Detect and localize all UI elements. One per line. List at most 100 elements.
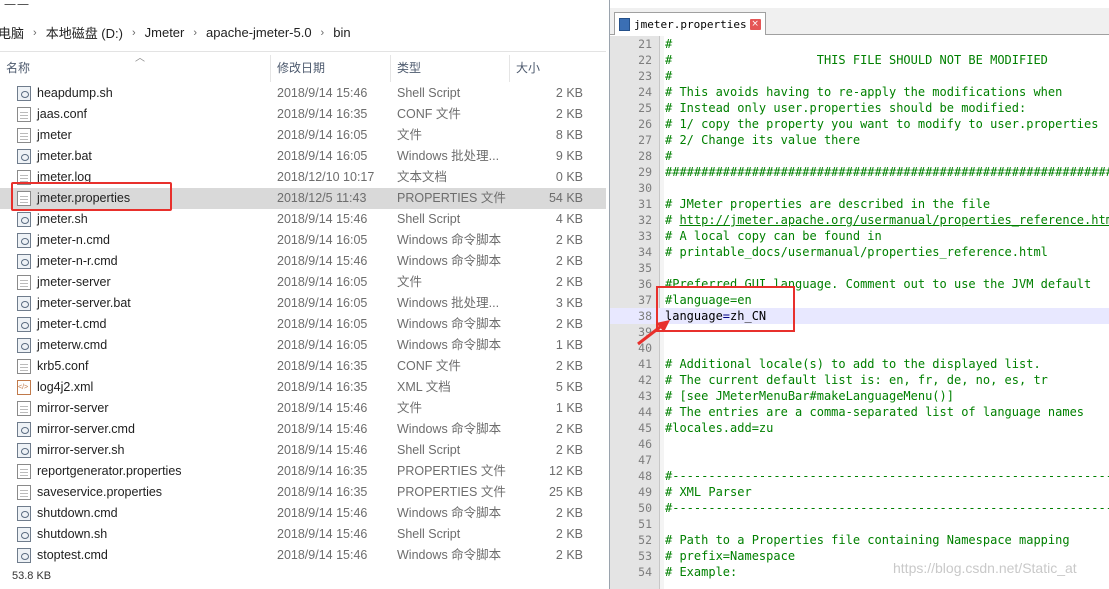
code-line[interactable]: 42 # The current default list is: en, fr,… — [610, 372, 1109, 388]
code-line[interactable]: 21 # — [610, 36, 1109, 52]
breadcrumb-separator-icon[interactable]: › — [132, 27, 136, 39]
file-row[interactable]: jmeter-server.bat 2018/9/14 16:05 Windows … — [0, 293, 606, 314]
code-line[interactable]: 33 # A local copy can be found in — [610, 228, 1109, 244]
file-row[interactable]: log4j2.xml 2018/9/14 16:35 XML 文档 5 KB — [0, 377, 606, 398]
code-text: # The current default list is: en, fr, d… — [665, 373, 1048, 387]
code-line[interactable]: 45 #locales.add=zu — [610, 420, 1109, 436]
file-row[interactable]: saveservice.properties 2018/9/14 16:35 PRO… — [0, 482, 606, 503]
column-date[interactable]: 修改日期 — [271, 55, 391, 82]
file-date: 2018/9/14 16:05 — [277, 128, 368, 142]
script-icon — [17, 317, 31, 332]
file-type: Windows 命令脚本 — [397, 233, 502, 247]
file-row[interactable]: jmeter-n-r.cmd 2018/9/14 15:46 Windows 命令脚… — [0, 251, 606, 272]
breadcrumb-item[interactable]: bin — [333, 25, 350, 40]
code-line[interactable]: 49 # XML Parser — [610, 484, 1109, 500]
code-line[interactable]: 27 # 2/ Change its value there — [610, 132, 1109, 148]
file-row[interactable]: mirror-server.sh 2018/9/14 15:46 Shell Scr… — [0, 440, 606, 461]
file-row[interactable]: krb5.conf 2018/9/14 16:35 CONF 文件 2 KB — [0, 356, 606, 377]
line-number: 51 — [638, 517, 652, 531]
breadcrumb-separator-icon[interactable]: › — [321, 27, 325, 39]
line-number: 27 — [638, 133, 652, 147]
code-text: # This avoids having to re-apply the mod… — [665, 85, 1063, 99]
file-date: 2018/9/14 15:46 — [277, 527, 368, 541]
code-line[interactable]: 24 # This avoids having to re-apply the m… — [610, 84, 1109, 100]
file-date: 2018/9/14 15:46 — [277, 443, 368, 457]
line-number: 36 — [638, 277, 652, 291]
code-text: # XML Parser — [665, 485, 752, 499]
file-date: 2018/9/14 15:46 — [277, 86, 368, 100]
code-line[interactable]: 30 — [610, 180, 1109, 196]
file-name: jmeter-n-r.cmd — [37, 254, 118, 268]
file-row[interactable]: shutdown.sh 2018/9/14 15:46 Shell Script 2 … — [0, 524, 606, 545]
code-line[interactable]: 29 ######################################… — [610, 164, 1109, 180]
file-date: 2018/12/5 11:43 — [277, 191, 367, 205]
code-line[interactable]: 28 # — [610, 148, 1109, 164]
line-number: 52 — [638, 533, 652, 547]
code-line[interactable]: 48 #-------------------------------------… — [610, 468, 1109, 484]
code-text: ########################################… — [665, 165, 1109, 179]
breadcrumb-item[interactable]: 本地磁盘 (D:) — [46, 23, 123, 42]
file-date: 2018/9/14 15:46 — [277, 254, 368, 268]
file-type: Windows 命令脚本 — [397, 254, 502, 268]
script-icon — [17, 149, 31, 164]
address-bar[interactable]: 电脑 › 本地磁盘 (D:) › Jmeter › apache-jmeter-5.0 › bi… — [0, 14, 606, 52]
column-type[interactable]: 类型 — [391, 55, 510, 82]
file-type: Windows 批处理... — [397, 149, 500, 163]
file-name: mirror-server.cmd — [37, 422, 135, 436]
code-line[interactable]: 41 # Additional locale(s) to add to the d… — [610, 356, 1109, 372]
file-type: Windows 命令脚本 — [397, 317, 502, 331]
file-row[interactable]: jmeterw.cmd 2018/9/14 16:05 Windows 命令脚本 1 … — [0, 335, 606, 356]
breadcrumb-separator-icon[interactable]: › — [193, 27, 197, 39]
file-type: Shell Script — [397, 86, 461, 100]
code-line[interactable]: 23 # — [610, 68, 1109, 84]
file-row[interactable]: jmeter 2018/9/14 16:05 文件 8 KB — [0, 125, 606, 146]
file-row[interactable]: jmeter-server 2018/9/14 16:05 文件 2 KB — [0, 272, 606, 293]
watermark-text: https://blog.csdn.net/Static_at — [893, 560, 1077, 576]
code-line[interactable]: 35 — [610, 260, 1109, 276]
file-row[interactable]: mirror-server.cmd 2018/9/14 15:46 Windows … — [0, 419, 606, 440]
code-line[interactable]: 40 — [610, 340, 1109, 356]
close-tab-icon[interactable]: × — [749, 18, 761, 30]
line-number: 50 — [638, 501, 652, 515]
line-number: 45 — [638, 421, 652, 435]
file-row[interactable]: jmeter-t.cmd 2018/9/14 16:05 Windows 命令脚本 2… — [0, 314, 606, 335]
tab-jmeter-properties[interactable]: jmeter.properties × — [614, 12, 766, 35]
code-line[interactable]: 32 # http://jmeter.apache.org/usermanual/… — [610, 212, 1109, 228]
file-date: 2018/9/14 16:35 — [277, 380, 368, 394]
code-line[interactable]: 26 # 1/ copy the property you want to mod… — [610, 116, 1109, 132]
code-text: # Example: — [665, 565, 738, 579]
code-text: # prefix=Namespace — [665, 549, 796, 563]
column-size[interactable]: 大小 — [510, 55, 606, 82]
file-row[interactable]: jaas.conf 2018/9/14 16:35 CONF 文件 2 KB — [0, 104, 606, 125]
file-row[interactable]: reportgenerator.properties 2018/9/14 16:3… — [0, 461, 606, 482]
breadcrumb-item[interactable]: 电脑 — [0, 23, 24, 42]
breadcrumb-item[interactable]: Jmeter — [145, 25, 185, 40]
code-line[interactable]: 44 # The entries are a comma-separated li… — [610, 404, 1109, 420]
code-line[interactable]: 34 # printable_docs/usermanual/properties… — [610, 244, 1109, 260]
code-line[interactable]: 31 # JMeter properties are described in t… — [610, 196, 1109, 212]
file-row[interactable]: heapdump.sh 2018/9/14 15:46 Shell Script 2 … — [0, 83, 606, 104]
breadcrumb-item[interactable]: apache-jmeter-5.0 — [206, 25, 312, 40]
file-type: 文件 — [397, 401, 423, 415]
code-line[interactable]: 50 #-------------------------------------… — [610, 500, 1109, 516]
code-line[interactable]: 51 — [610, 516, 1109, 532]
highlight-box-language — [656, 286, 795, 332]
file-name: log4j2.xml — [37, 380, 94, 394]
code-line[interactable]: 22 # THIS FILE SHOULD NOT BE MODIFIED — [610, 52, 1109, 68]
code-line[interactable]: 46 — [610, 436, 1109, 452]
file-row[interactable]: jmeter-n.cmd 2018/9/14 16:05 Windows 命令脚本 2… — [0, 230, 606, 251]
file-row[interactable]: stoptest.cmd 2018/9/14 15:46 Windows 命令脚本 2… — [0, 545, 606, 566]
file-name: jmeter.sh — [37, 212, 88, 226]
file-row[interactable]: jmeter.bat 2018/9/14 16:05 Windows 批处理... 9… — [0, 146, 606, 167]
file-row[interactable]: jmeter.sh 2018/9/14 15:46 Shell Script 4 KB — [0, 209, 606, 230]
line-number: 25 — [638, 101, 652, 115]
breadcrumb-separator-icon[interactable]: › — [33, 27, 37, 39]
code-line[interactable]: 47 — [610, 452, 1109, 468]
file-type: Windows 命令脚本 — [397, 548, 502, 562]
code-line[interactable]: 25 # Instead only user.properties should … — [610, 100, 1109, 116]
code-line[interactable]: 43 # [see JMeterMenuBar#makeLanguageMenu(… — [610, 388, 1109, 404]
code-line[interactable]: 52 # Path to a Properties file containing… — [610, 532, 1109, 548]
file-row[interactable]: mirror-server 2018/9/14 15:46 文件 1 KB — [0, 398, 606, 419]
file-row[interactable]: shutdown.cmd 2018/9/14 15:46 Windows 命令脚本 2… — [0, 503, 606, 524]
code-text: # — [665, 37, 673, 51]
